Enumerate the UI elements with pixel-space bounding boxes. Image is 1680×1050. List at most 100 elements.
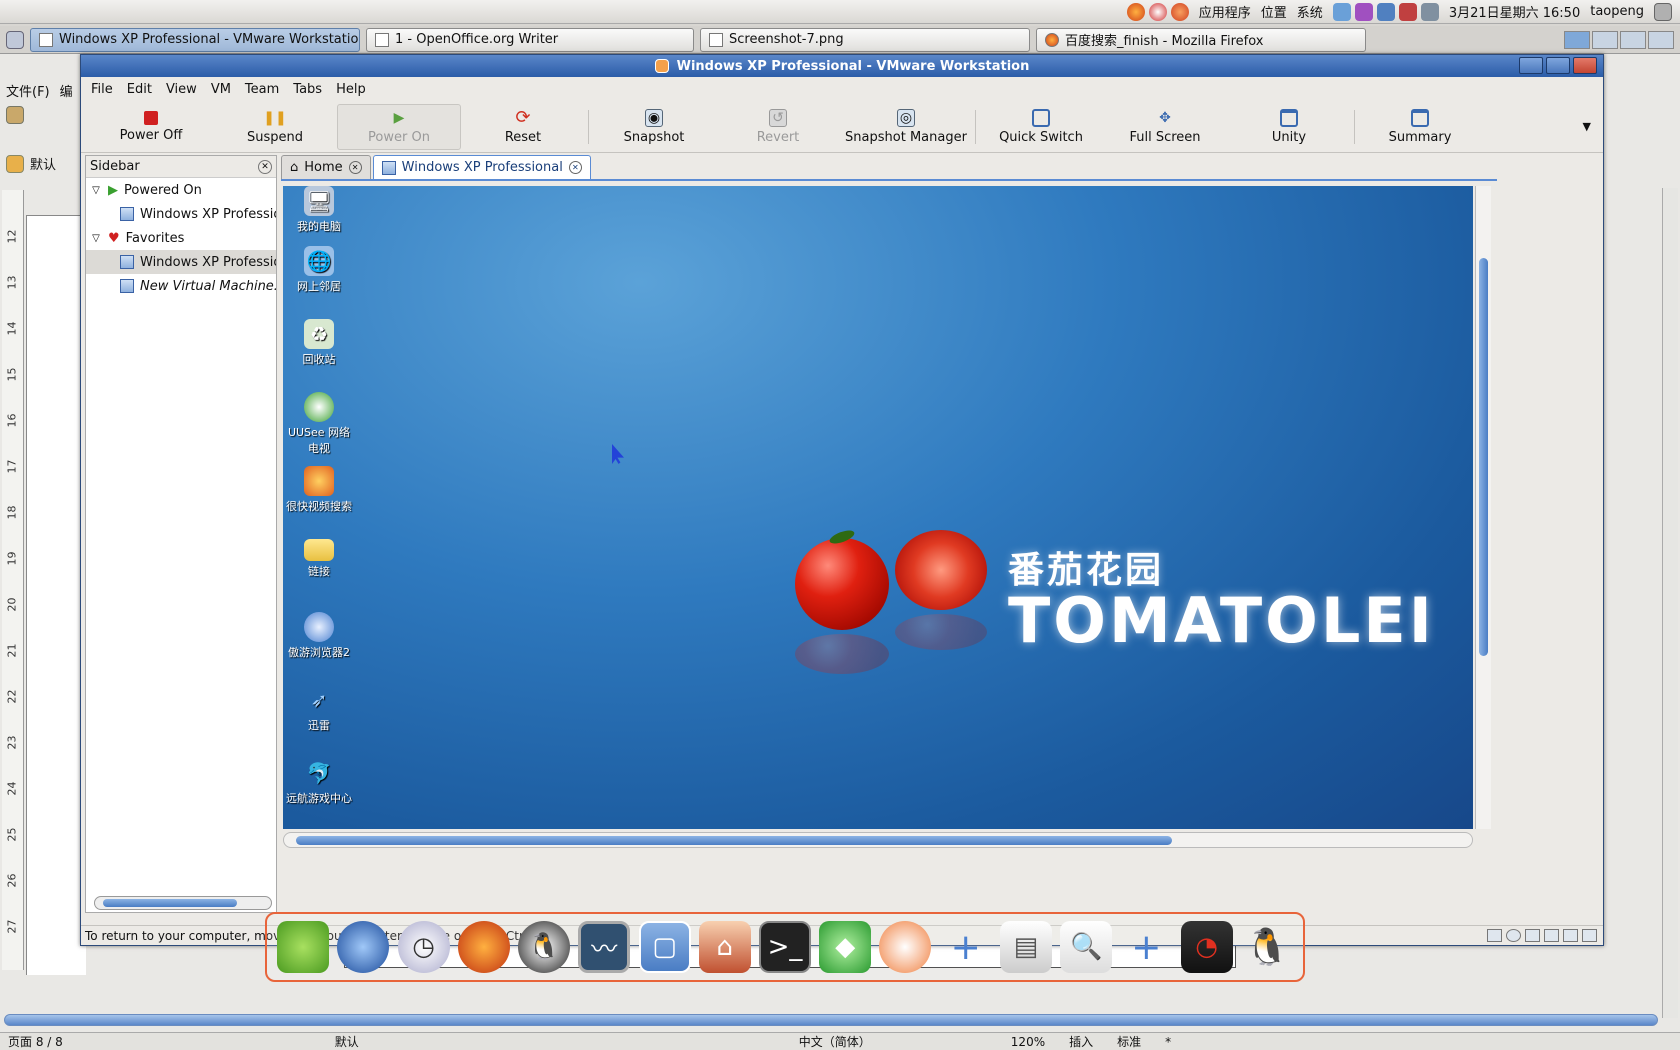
tab-windows-xp[interactable]: Windows XP Professional ✕ (372, 155, 591, 179)
input-method-icon[interactable] (1398, 2, 1417, 21)
sidebar-group-favorites[interactable]: ▽ ♥ Favorites (86, 226, 276, 250)
console-vertical-scrollbar[interactable] (1475, 186, 1491, 829)
summary-button[interactable]: Summary (1358, 104, 1482, 150)
dock-pidgin-icon[interactable] (277, 921, 330, 973)
desktop-icon-maxthon[interactable]: 傲游浏览器2 (283, 612, 355, 660)
sidebar-close-icon[interactable]: ✕ (258, 159, 272, 174)
desktop-icon-game-center[interactable]: 🐬 远航游戏中心 (283, 758, 355, 806)
desktop-icon-xunlei[interactable]: ➶ 迅雷 (283, 685, 355, 733)
dock-image-viewer-icon[interactable]: 🔍 (1060, 921, 1113, 973)
maximize-button[interactable] (1546, 57, 1570, 74)
dock-add-icon[interactable]: + (940, 921, 992, 973)
dock-gem-icon[interactable]: ◆ (819, 921, 872, 973)
workspace-4[interactable] (1648, 30, 1674, 49)
cdrom-icon[interactable] (1506, 929, 1521, 942)
writer-edit-icon[interactable] (6, 106, 24, 124)
revert-button[interactable]: ↺ Revert (716, 104, 840, 150)
clock[interactable]: 3月21日星期六 16:50 (1449, 2, 1580, 21)
menu-help[interactable]: Help (336, 82, 366, 97)
dock-dashboard-icon[interactable]: ◔ (1180, 921, 1233, 973)
sidebar-item-new-vm[interactable]: New Virtual Machine... (86, 274, 276, 298)
scrollbar-thumb[interactable] (1479, 258, 1488, 656)
desktop-icon-video-search[interactable]: 很快视频搜索 (283, 466, 355, 514)
dock-system-monitor-icon[interactable]: 〰 (578, 921, 631, 973)
floppy-icon[interactable] (1525, 929, 1540, 942)
writer-style-box[interactable]: 默认 (30, 154, 56, 173)
tab-close-icon[interactable]: ✕ (568, 161, 582, 174)
desktop-icon-links[interactable]: 链接 (283, 539, 355, 579)
snapshot-manager-button[interactable]: ◎ Snapshot Manager (840, 104, 972, 150)
writer-horizontal-scrollbar[interactable] (4, 1014, 1658, 1026)
menu-vm[interactable]: VM (211, 82, 231, 97)
dock-ubuntu-icon[interactable] (879, 921, 932, 973)
vmware-tray-icon[interactable] (1376, 2, 1395, 21)
applet-icon[interactable] (1354, 2, 1373, 21)
desktop-icon-my-computer[interactable]: 🖥 我的电脑 (283, 186, 355, 234)
full-screen-button[interactable]: ✥ Full Screen (1103, 104, 1227, 150)
power-on-button[interactable]: ▶ Power On (337, 103, 461, 150)
task-writer[interactable]: 1 - OpenOffice.org Writer (366, 27, 694, 52)
tab-close-icon[interactable]: ✕ (348, 161, 362, 174)
vm-console[interactable]: 🖥 我的电脑 🌐 网上邻居 ♻ 回收站 UUSee 网络电视 很快视频搜索 链接… (283, 186, 1473, 829)
sidebar-group-powered-on[interactable]: ▽ ▶ Powered On (86, 178, 276, 202)
dock-vmware-icon[interactable]: ▢ (638, 921, 691, 973)
harddisk-icon[interactable] (1487, 929, 1502, 942)
desktop-icon-recycle-bin[interactable]: ♻ 回收站 (283, 319, 355, 367)
toolbar-overflow-icon[interactable]: ▼ (1583, 120, 1591, 133)
sidebar-item-favorite-vm[interactable]: Windows XP Professior (86, 250, 276, 274)
show-desktop-icon[interactable] (6, 30, 24, 49)
menu-edit[interactable]: Edit (127, 82, 152, 97)
task-vmware[interactable]: Windows XP Professional - VMware Worksta… (30, 27, 360, 52)
dock-clock-icon[interactable]: ◷ (397, 921, 450, 973)
workspace-2[interactable] (1592, 30, 1618, 49)
firefox-icon[interactable] (1126, 2, 1145, 21)
menu-team[interactable]: Team (245, 82, 279, 97)
close-button[interactable] (1573, 57, 1597, 74)
volume-icon[interactable] (1420, 2, 1439, 21)
snapshot-button[interactable]: ◉ Snapshot (592, 104, 716, 150)
scrollbar-thumb[interactable] (296, 836, 1172, 845)
dock-firefox-icon[interactable] (457, 921, 510, 973)
sidebar-horizontal-scrollbar[interactable] (94, 896, 272, 910)
dock-google-earth-icon[interactable] (337, 921, 390, 973)
network-adapter-icon[interactable] (1544, 929, 1559, 942)
writer-status-insert[interactable]: 插入 (1069, 1033, 1093, 1050)
writer-menu-file[interactable]: 文件(F) (6, 81, 50, 100)
quick-switch-button[interactable]: Quick Switch (979, 104, 1103, 150)
menu-tabs[interactable]: Tabs (293, 82, 322, 97)
usb-icon[interactable] (1563, 929, 1578, 942)
vmware-titlebar[interactable]: Windows XP Professional - VMware Worksta… (81, 55, 1603, 77)
menu-system[interactable]: 系统 (1297, 2, 1323, 21)
task-screenshot[interactable]: Screenshot-7.png (700, 27, 1030, 52)
menu-applications[interactable]: 应用程序 (1199, 2, 1251, 21)
menu-view[interactable]: View (166, 82, 197, 97)
dock-terminal-icon[interactable]: >_ (758, 921, 811, 973)
suspend-button[interactable]: ❚❚ Suspend (213, 104, 337, 150)
writer-status-selection[interactable]: 标准 (1117, 1033, 1141, 1050)
user-switcher[interactable]: taopeng (1590, 4, 1644, 19)
help-icon[interactable] (1148, 2, 1167, 21)
workspace-3[interactable] (1620, 30, 1646, 49)
expander-down-icon[interactable]: ▽ (90, 233, 102, 244)
dock-qq-icon[interactable]: 🐧 (518, 921, 571, 973)
reset-button[interactable]: ⟳ Reset (461, 104, 585, 150)
writer-menu-edit[interactable]: 编 (60, 81, 73, 100)
dock-tux-icon[interactable]: 🐧 (1241, 921, 1293, 973)
network-icon[interactable] (1332, 2, 1351, 21)
desktop-icon-uusee[interactable]: UUSee 网络电视 (283, 392, 355, 456)
dock-add-icon[interactable]: + (1120, 921, 1172, 973)
minimize-button[interactable] (1519, 57, 1543, 74)
workspace-1[interactable] (1564, 30, 1590, 49)
unity-button[interactable]: Unity (1227, 104, 1351, 150)
desktop-icon-network[interactable]: 🌐 网上邻居 (283, 246, 355, 294)
sidebar-item-powered-vm[interactable]: Windows XP Professior (86, 202, 276, 226)
styles-icon[interactable] (6, 154, 24, 173)
writer-status-zoom[interactable]: 120% (1011, 1035, 1045, 1049)
tab-home[interactable]: ⌂ Home ✕ (281, 155, 371, 179)
dock-home-folder-icon[interactable]: ⌂ (698, 921, 751, 973)
expander-down-icon[interactable]: ▽ (90, 185, 102, 196)
message-log-icon[interactable] (1582, 929, 1597, 942)
console-horizontal-scrollbar[interactable] (283, 832, 1473, 848)
shutdown-icon[interactable] (1654, 2, 1672, 21)
task-firefox[interactable]: 百度搜索_finish - Mozilla Firefox (1036, 27, 1366, 52)
